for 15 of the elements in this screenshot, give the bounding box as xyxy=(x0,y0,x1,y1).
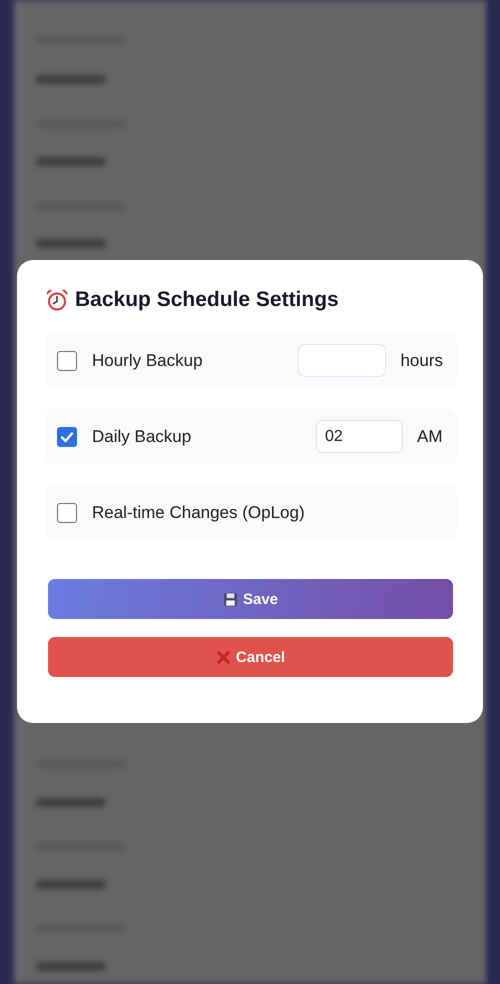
input-field[interactable] xyxy=(298,344,386,377)
checkbox[interactable] xyxy=(57,350,77,370)
save-button[interactable]: Save xyxy=(48,579,453,619)
option-label: Daily Backup xyxy=(92,426,192,446)
checkbox[interactable] xyxy=(57,426,77,446)
input-field[interactable]: 02 xyxy=(316,420,403,453)
unit-label: AM xyxy=(417,426,443,446)
cross-icon xyxy=(216,650,231,664)
option-label: Hourly Backup xyxy=(92,350,204,370)
alarm-clock-icon xyxy=(45,288,69,312)
cancel-button[interactable]: Cancel xyxy=(48,637,453,677)
dialog-title: Backup Schedule Settings xyxy=(75,288,339,312)
checkbox[interactable] xyxy=(57,502,77,522)
option-label: Real-time Changes (OpLog) xyxy=(92,502,306,522)
unit-label: hours xyxy=(400,350,443,370)
